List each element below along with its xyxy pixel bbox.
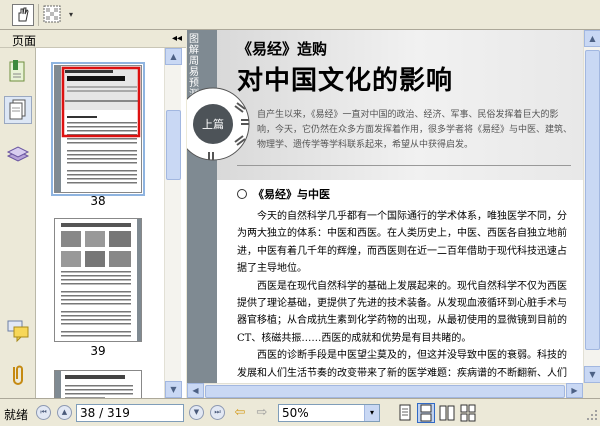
hand-icon <box>18 7 29 22</box>
pages-tab[interactable] <box>4 96 32 124</box>
body-paragraph: 西医的诊断手段是中医望尘莫及的，但这并没导致中医的衰弱。科技的发展和人们生活节奏… <box>237 350 567 379</box>
navigation-rail <box>0 30 36 398</box>
snapshot-tool-button[interactable] <box>42 4 64 26</box>
continuous-facing-layout-button[interactable] <box>460 404 476 422</box>
page-thumbnail-image <box>55 219 141 341</box>
continuous-facing-icon <box>460 404 476 422</box>
hand-tool-button[interactable] <box>12 4 34 26</box>
forward-arrow-icon[interactable]: ⇨ <box>252 405 272 421</box>
last-page-button[interactable]: ⏭ <box>210 405 225 420</box>
scrollbar-thumb[interactable] <box>585 50 600 350</box>
scroll-left-button[interactable]: ◀ <box>187 383 204 398</box>
thumbnail-scrollbar[interactable]: ▲ ▼ <box>164 48 182 398</box>
page-thumbnail-38[interactable] <box>51 62 145 196</box>
header-divider <box>237 165 571 166</box>
pages-panel-header: 页面 ◂◂ <box>0 30 186 48</box>
thumbnail-label-38: 38 <box>90 194 106 208</box>
comments-tab[interactable] <box>4 316 32 344</box>
pages-icon <box>9 99 26 120</box>
body-text: 今天的自然科学几乎都有一个国际通行的学术体系，唯独医学不同，分为两大独立的体系：… <box>237 208 575 383</box>
single-page-icon <box>399 404 411 421</box>
scroll-right-button[interactable]: ▶ <box>566 383 583 398</box>
thumbnail-label-39: 39 <box>90 344 106 358</box>
page-thumbnail-39[interactable] <box>54 218 142 342</box>
page-gutter: 图解周易预测学 <box>187 30 217 383</box>
bagua-seal-icon: 上篇 <box>187 87 250 161</box>
attachments-tab[interactable] <box>4 360 32 388</box>
zoom-dropdown-button[interactable]: ▾ <box>364 405 379 421</box>
comments-icon <box>7 320 29 343</box>
single-page-layout-button[interactable] <box>397 404 413 422</box>
back-arrow-icon[interactable]: ⇦ <box>230 405 250 421</box>
scroll-down-button[interactable]: ▼ <box>584 366 600 383</box>
seal-text: 上篇 <box>202 117 224 131</box>
document-vertical-scrollbar[interactable]: ▲ ▼ <box>583 30 600 383</box>
paperclip-icon <box>13 365 23 385</box>
document-view[interactable]: 图解周易预测学 《易经》造购 对中国文化的影响 自产生以来，《易经》一直对中国的… <box>187 30 583 383</box>
status-text: 就绪 <box>4 408 29 422</box>
body-paragraph: 西医是在现代自然科学的基础上发展起来的。现代自然科学不仅为西医提供了理论基础，更… <box>237 280 567 344</box>
facing-icon <box>439 405 455 421</box>
first-page-button[interactable]: ⏮ <box>36 405 51 420</box>
page-thumbnail-40[interactable] <box>54 370 142 398</box>
intro-paragraph: 自产生以来，《易经》一直对中国的政治、经济、军事、民俗发挥着巨大的影响，今天，它… <box>257 110 573 150</box>
page-thumbnail-image <box>55 371 141 398</box>
section-bullet-icon <box>237 189 247 199</box>
page-subtitle: 《易经》造购 <box>237 40 328 58</box>
section-heading-text: 《易经》与中医 <box>253 188 330 201</box>
continuous-layout-button[interactable] <box>417 403 435 423</box>
collapse-panel-button[interactable]: ◂◂ <box>172 33 182 44</box>
page-number-field[interactable]: 38 / 319 <box>76 404 184 422</box>
continuous-icon <box>420 404 432 422</box>
layers-tab[interactable] <box>4 140 32 168</box>
bookmarks-tab[interactable] <box>4 58 32 86</box>
status-bar: 就绪 ⏮ ▲ 38 / 319 ▼ ⏭ ⇦ ⇨ 50% ▾ <box>0 398 600 426</box>
document-horizontal-scrollbar[interactable]: ◀ ▶ <box>187 383 583 398</box>
previous-page-button[interactable]: ▲ <box>57 405 72 420</box>
layers-icon <box>6 146 30 162</box>
page-title: 对中国文化的影响 <box>237 66 454 96</box>
bookmarks-icon <box>9 60 25 82</box>
scroll-up-button[interactable]: ▲ <box>165 48 182 65</box>
snapshot-icon <box>43 5 61 23</box>
snapshot-dropdown[interactable]: ▾ <box>66 10 76 20</box>
page-thumbnail-image <box>55 66 141 192</box>
body-paragraph: 今天的自然科学几乎都有一个国际通行的学术体系，唯独医学不同，分为两大独立的体系：… <box>237 211 567 275</box>
scrollbar-thumb[interactable] <box>205 385 565 398</box>
facing-layout-button[interactable] <box>439 404 455 422</box>
resize-grip-icon[interactable] <box>586 409 598 421</box>
scroll-down-button[interactable]: ▼ <box>165 381 182 398</box>
next-page-button[interactable]: ▼ <box>189 405 204 420</box>
section-heading: 《易经》与中医 <box>237 186 330 202</box>
zoom-field[interactable]: 50% ▾ <box>278 404 380 422</box>
pages-panel: 页面 ◂◂ 38 39 ▲ ▼ <box>0 30 186 398</box>
pages-panel-title: 页面 <box>12 34 37 48</box>
scrollbar-thumb[interactable] <box>166 110 181 180</box>
scrollbar-corner <box>583 383 600 398</box>
page-content: 《易经》造购 对中国文化的影响 自产生以来，《易经》一直对中国的政治、经济、军事… <box>217 30 583 383</box>
zoom-value: 50% <box>282 406 309 420</box>
toolbar: ▾ <box>0 0 600 30</box>
scroll-up-button[interactable]: ▲ <box>584 30 600 47</box>
toolbar-separator <box>38 4 39 26</box>
